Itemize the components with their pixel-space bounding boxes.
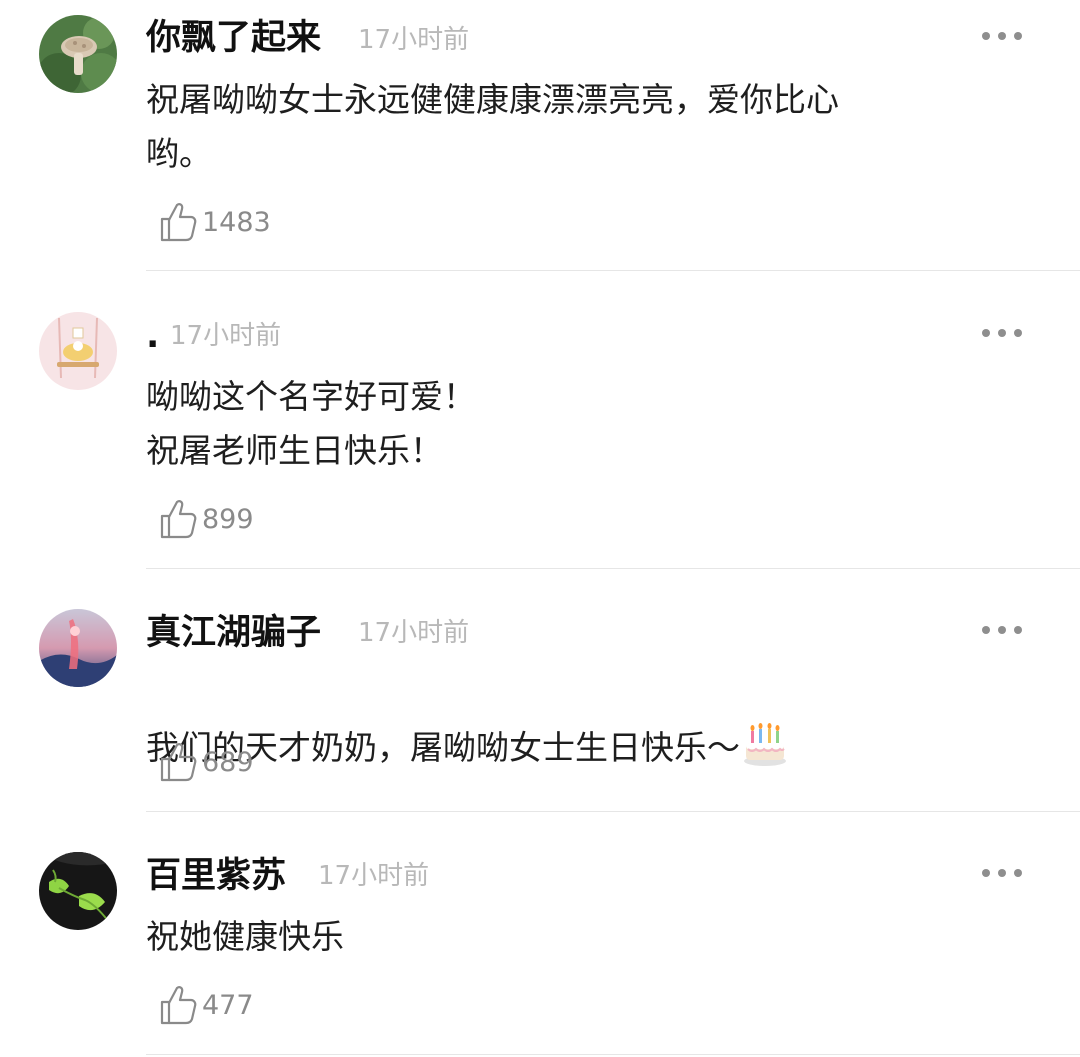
like-button[interactable]: 1483 (158, 200, 271, 244)
thumbs-up-icon (160, 743, 197, 782)
comment-time: 17小时前 (318, 861, 430, 891)
comment-author[interactable]: 百里紫苏 (146, 854, 286, 898)
divider (146, 1054, 1080, 1055)
comment-item: 真江湖骗子 17小时前 我们的天才奶奶，屠呦呦女士生日快乐～ 689 (0, 569, 1080, 812)
more-options-icon[interactable] (982, 30, 1022, 42)
sunset-avatar-icon (39, 609, 117, 687)
comment-item: 你飘了起来 17小时前 祝屠呦呦女士永远健健康康漂漂亮亮，爱你比心 哟。 148… (0, 0, 1080, 272)
like-count: 899 (202, 503, 254, 535)
comment-author[interactable]: 真江湖骗子 (146, 611, 321, 655)
comment-author[interactable]: 你飘了起来 (146, 16, 321, 60)
like-count: 477 (202, 989, 254, 1021)
comment-time: 17小时前 (358, 618, 470, 648)
comment-text: 祝屠呦呦女士永远健健康康漂漂亮亮，爱你比心 哟。 (146, 80, 839, 173)
comment-time: 17小时前 (358, 25, 470, 55)
like-count: 689 (202, 746, 254, 778)
user-avatar[interactable] (39, 852, 117, 930)
comment-time: 17小时前 (170, 321, 282, 351)
like-button[interactable]: 899 (158, 497, 254, 541)
mushroom-avatar-icon (39, 15, 117, 93)
comment-item: . 17小时前 呦呦这个名字好可爱！ 祝屠老师生日快乐！ 899 (0, 272, 1080, 569)
comment-text: 我们的天才奶奶，屠呦呦女士生日快乐～ (146, 667, 1006, 775)
like-count: 1483 (202, 206, 271, 238)
thumbs-up-icon (160, 500, 197, 539)
comment-item: 百里紫苏 17小时前 祝她健康快乐 477 (0, 812, 1080, 1057)
like-button[interactable]: 689 (158, 740, 254, 784)
more-options-icon[interactable] (982, 867, 1022, 879)
divider (146, 270, 1080, 271)
birthday-cake-icon (744, 723, 786, 766)
comment-text: 祝她健康快乐 (146, 917, 344, 956)
like-button[interactable]: 477 (158, 983, 254, 1027)
thumbs-up-icon (160, 203, 197, 242)
comment-text: 呦呦这个名字好可爱！ 祝屠老师生日快乐！ (146, 377, 476, 470)
leaf-avatar-icon (39, 852, 117, 930)
more-options-icon[interactable] (982, 327, 1022, 339)
user-avatar[interactable] (39, 609, 117, 687)
swing-avatar-icon (39, 312, 117, 390)
more-options-icon[interactable] (982, 624, 1022, 636)
user-avatar[interactable] (39, 15, 117, 93)
thumbs-up-icon (160, 986, 197, 1025)
comment-author[interactable]: . (146, 314, 159, 358)
user-avatar[interactable] (39, 312, 117, 390)
